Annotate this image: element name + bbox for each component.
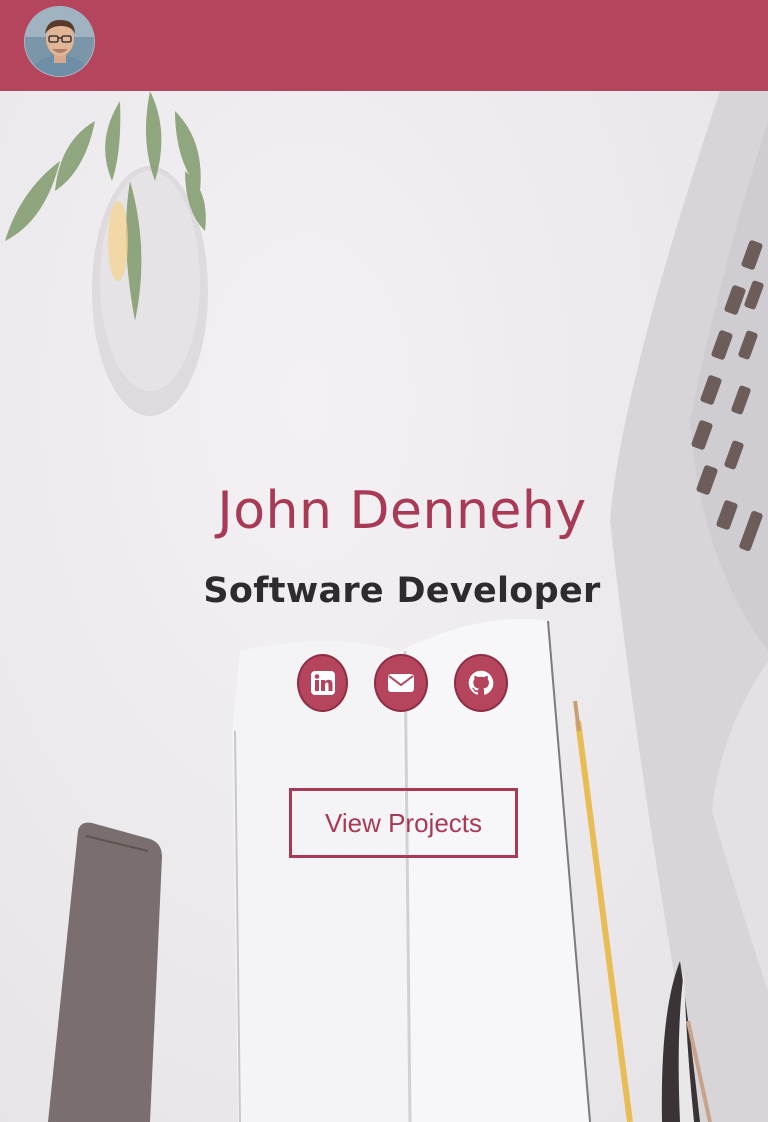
envelope-icon bbox=[388, 674, 414, 692]
avatar[interactable] bbox=[24, 6, 95, 77]
hero-content: John Dennehy Software Developer View Pro… bbox=[0, 91, 768, 1122]
profile-photo-icon bbox=[25, 7, 94, 76]
top-header bbox=[0, 0, 768, 91]
hero-section: John Dennehy Software Developer View Pro… bbox=[0, 91, 768, 1122]
github-link[interactable] bbox=[454, 654, 508, 712]
github-icon bbox=[468, 670, 494, 695]
linkedin-icon bbox=[310, 671, 335, 695]
hero-job-title: Software Developer bbox=[203, 571, 601, 611]
view-projects-button[interactable]: View Projects bbox=[289, 788, 518, 858]
email-link[interactable] bbox=[374, 654, 428, 712]
linkedin-link[interactable] bbox=[297, 654, 348, 712]
hero-name: John Dennehy bbox=[217, 481, 587, 541]
